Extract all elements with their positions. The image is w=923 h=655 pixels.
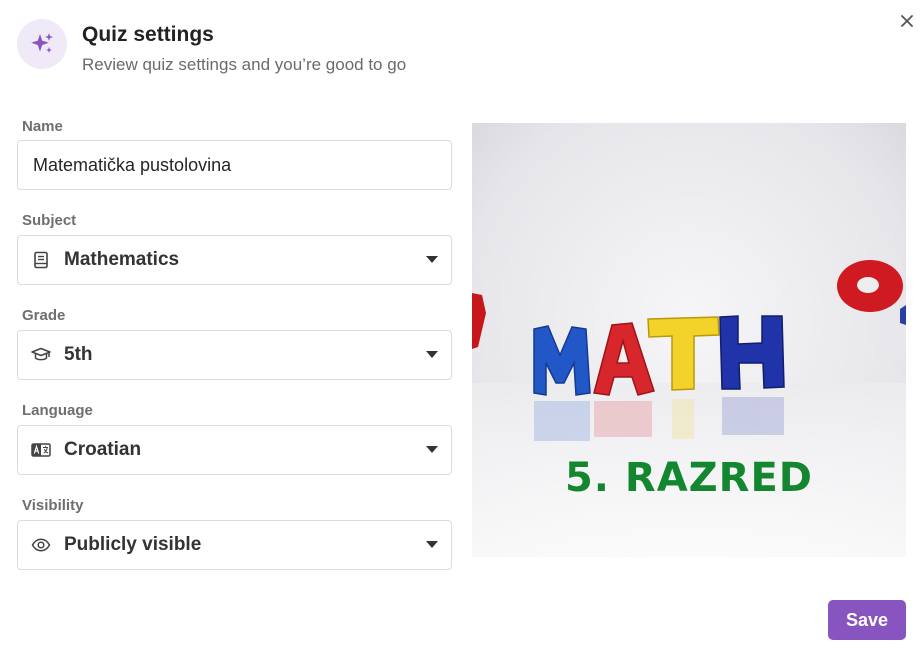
subject-select[interactable]: Mathematics xyxy=(17,235,452,285)
caret-down-icon xyxy=(425,443,439,457)
dialog-title: Quiz settings xyxy=(82,23,214,46)
eye-icon xyxy=(31,535,51,555)
subject-value: Mathematics xyxy=(64,249,180,270)
language-icon xyxy=(31,440,51,460)
grade-label: Grade xyxy=(22,307,66,324)
grade-select[interactable]: 5th xyxy=(17,330,452,380)
visibility-label: Visibility xyxy=(22,497,84,514)
name-field-wrapper xyxy=(17,140,452,190)
caret-down-icon xyxy=(425,253,439,267)
name-label: Name xyxy=(22,118,63,135)
graduation-cap-icon xyxy=(31,345,51,365)
language-label: Language xyxy=(22,402,93,419)
quiz-cover-image[interactable]: 5. RAZRED xyxy=(472,123,906,557)
language-select[interactable]: Croatian xyxy=(17,425,452,475)
caret-down-icon xyxy=(425,348,439,362)
caret-down-icon xyxy=(425,538,439,552)
name-input[interactable] xyxy=(18,141,451,189)
grade-value: 5th xyxy=(64,344,93,365)
dialog-subtitle: Review quiz settings and you’re good to … xyxy=(82,55,407,74)
book-icon xyxy=(31,250,51,270)
letter-o-shape xyxy=(837,260,903,312)
dialog-header: Quiz settings Review quiz settings and y… xyxy=(17,19,406,75)
visibility-value: Publicly visible xyxy=(64,534,202,555)
visibility-select[interactable]: Publicly visible xyxy=(17,520,452,570)
cover-caption: 5. RAZRED xyxy=(565,455,813,501)
subject-label: Subject xyxy=(22,212,77,229)
close-icon[interactable] xyxy=(898,12,916,30)
language-value: Croatian xyxy=(64,439,142,460)
save-button[interactable]: Save xyxy=(828,600,906,640)
sparkles-icon xyxy=(17,19,67,69)
